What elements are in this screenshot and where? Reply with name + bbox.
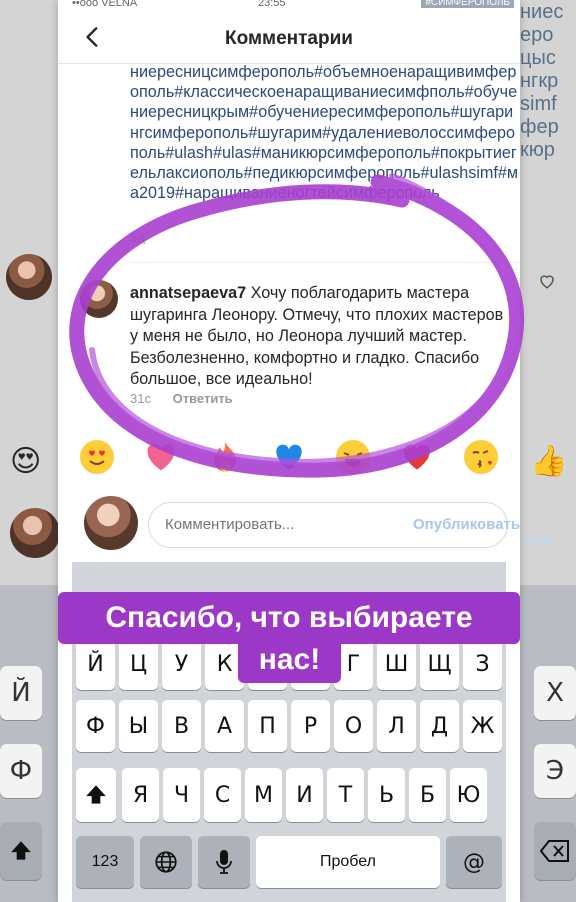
background-delete-key bbox=[534, 822, 576, 880]
carrier-label: ••ooo VELNA bbox=[72, 0, 138, 9]
location-badge: #СИМФЕРОПОЛЬ bbox=[421, 0, 514, 8]
key[interactable]: Ч bbox=[163, 768, 200, 822]
red-heart-emoji-icon[interactable] bbox=[400, 440, 434, 474]
key[interactable]: Д bbox=[420, 700, 459, 752]
laughing-emoji-icon[interactable] bbox=[336, 440, 370, 474]
key[interactable]: Л bbox=[377, 700, 416, 752]
background-key: Ф bbox=[0, 744, 42, 798]
fire-emoji-icon[interactable] bbox=[208, 440, 242, 474]
key[interactable]: П bbox=[248, 700, 287, 752]
post-time: 5д bbox=[130, 230, 145, 245]
space-key[interactable]: Пробел bbox=[256, 836, 440, 888]
background-key: Э bbox=[534, 744, 576, 798]
key[interactable]: Ы bbox=[119, 700, 158, 752]
blue-heart-emoji-icon[interactable] bbox=[272, 440, 306, 474]
heart-eyes-emoji-icon[interactable] bbox=[80, 440, 114, 474]
key[interactable]: Ж bbox=[463, 700, 502, 752]
emoji-quick-bar bbox=[58, 440, 520, 480]
key[interactable]: Т bbox=[327, 768, 364, 822]
key[interactable]: А bbox=[205, 700, 244, 752]
key[interactable]: Р bbox=[291, 700, 330, 752]
at-key[interactable]: @ bbox=[446, 836, 502, 888]
shift-icon bbox=[86, 785, 106, 804]
key[interactable]: Ь bbox=[368, 768, 405, 822]
key[interactable]: О bbox=[334, 700, 373, 752]
numbers-key[interactable]: 123 bbox=[76, 836, 134, 888]
globe-key[interactable] bbox=[140, 836, 192, 888]
key[interactable]: С bbox=[204, 768, 241, 822]
clock: 23:55 bbox=[258, 0, 286, 9]
backspace-icon bbox=[540, 840, 569, 862]
background-avatar bbox=[10, 508, 60, 558]
background-tag: кюр bbox=[520, 139, 555, 161]
key[interactable]: Б bbox=[409, 768, 446, 822]
sparkling-heart-emoji-icon[interactable] bbox=[144, 440, 178, 474]
header: Комментарии bbox=[58, 12, 520, 64]
microphone-key[interactable] bbox=[198, 836, 250, 888]
story-caption: Спасибо, что выбираете нас! bbox=[58, 592, 520, 692]
comments-screen: ••ooo VELNA 23:55 #СИМФЕРОПОЛЬ Комментар… bbox=[58, 0, 520, 902]
avatar bbox=[84, 496, 138, 550]
globe-icon bbox=[155, 851, 177, 873]
story-caption-line2: нас! bbox=[238, 637, 341, 683]
background-tag: нгкр bbox=[520, 70, 559, 92]
key[interactable]: Ю bbox=[450, 768, 487, 822]
keyboard-suggestion-bar bbox=[72, 562, 506, 596]
key[interactable]: М bbox=[245, 768, 282, 822]
background-tag: цыс bbox=[520, 47, 556, 69]
background-key: Й bbox=[0, 666, 42, 720]
thumbs-up-emoji-icon: 👍 bbox=[530, 444, 568, 479]
reply-button[interactable]: Ответить bbox=[173, 391, 233, 406]
key[interactable]: Ф bbox=[76, 700, 115, 752]
divider bbox=[130, 262, 520, 263]
kissing-emoji-icon[interactable] bbox=[464, 440, 498, 474]
background-tag: ниес bbox=[520, 1, 564, 23]
comment-time: 31с bbox=[130, 391, 151, 406]
post-caption-hashtags[interactable]: ниересницсимферополь#объемноенаращивимфе… bbox=[130, 62, 520, 203]
background-shift-key bbox=[0, 822, 42, 880]
heart-eyes-emoji-icon: 😍 bbox=[10, 444, 42, 479]
comment-compose-box: Опубликовать bbox=[148, 502, 520, 548]
shift-icon bbox=[11, 841, 31, 860]
post-button[interactable]: Опубликовать bbox=[413, 516, 520, 533]
heart-icon bbox=[540, 275, 554, 289]
page-title: Комментарии bbox=[225, 28, 353, 49]
background-tag: simf bbox=[520, 93, 557, 115]
background-avatar bbox=[6, 254, 52, 300]
avatar[interactable] bbox=[80, 280, 118, 318]
comment-body: annatsepaeva7 Хочу поблагодарить мастера… bbox=[130, 283, 514, 391]
comment-input[interactable] bbox=[165, 516, 405, 533]
status-bar: ••ooo VELNA 23:55 #СИМФЕРОПОЛЬ bbox=[58, 0, 520, 12]
key[interactable]: И bbox=[286, 768, 323, 822]
background-key: Х bbox=[534, 666, 576, 720]
comment-meta: 31с Ответить bbox=[130, 391, 233, 406]
comment-username[interactable]: annatsepaeva7 bbox=[130, 284, 246, 302]
key[interactable]: В bbox=[162, 700, 201, 752]
key[interactable]: Я bbox=[122, 768, 159, 822]
background-tag: еро bbox=[520, 24, 554, 46]
microphone-icon bbox=[216, 850, 232, 874]
background-post-fragment: ить bbox=[524, 531, 552, 548]
shift-key[interactable] bbox=[76, 768, 116, 822]
background-tag: фер bbox=[520, 116, 559, 138]
